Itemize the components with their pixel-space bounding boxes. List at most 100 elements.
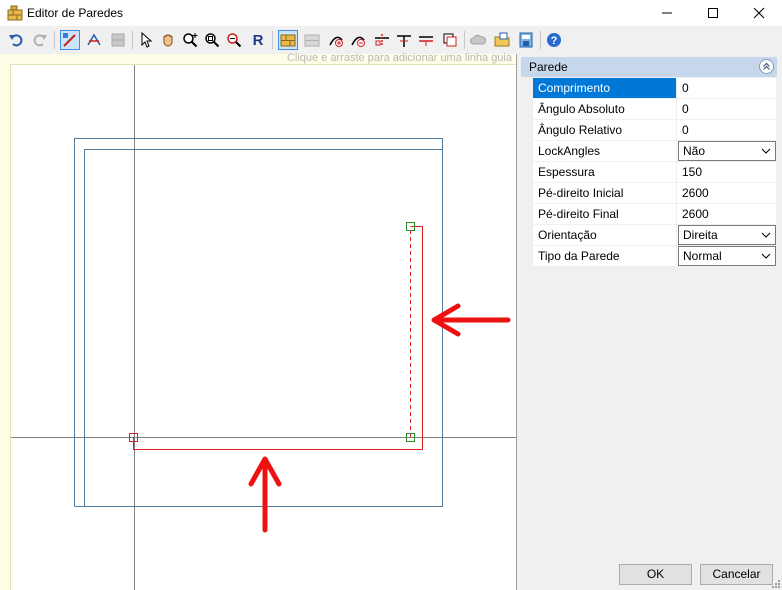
property-label[interactable]: Comprimento [533,78,677,98]
property-row-angulo-relativo[interactable]: Ângulo Relativo 0 [533,120,776,141]
ok-button[interactable]: OK [619,564,692,585]
property-value-input[interactable]: 0 [678,120,776,140]
chevron-up-icon [763,62,770,70]
draw-wall-icon [63,33,76,47]
undo-button[interactable] [6,30,26,50]
help-icon: ? [547,33,561,47]
property-value-input[interactable]: 0 [678,78,776,98]
property-value-dropdown[interactable]: Normal [678,246,776,266]
property-row-pe-direito-final[interactable]: Pé-direito Final 2600 [533,204,776,225]
property-value-input[interactable]: 2600 [678,204,776,224]
property-label[interactable]: Pé-direito Inicial [533,183,677,203]
property-value-dropdown[interactable]: Direita [678,225,776,245]
maximize-icon [708,8,718,18]
export-button[interactable] [516,30,536,50]
toolbar-separator [132,31,133,49]
snap-points-button[interactable] [302,30,322,50]
zoom-window-icon [205,33,220,48]
wall-offset-button[interactable] [416,30,436,50]
snap-points-icon [304,34,320,47]
property-value-input[interactable]: 2600 [678,183,776,203]
collapse-section-button[interactable] [759,59,774,74]
property-value-input[interactable]: 150 [678,162,776,182]
minimize-button[interactable] [644,0,690,26]
close-icon [753,7,765,19]
canvas-drawing [10,64,516,590]
resize-grip-icon[interactable] [771,579,781,589]
property-section-title: Parede [529,60,568,74]
add-node-icon [329,36,343,47]
minimize-icon [662,12,672,14]
chevron-down-icon [761,253,771,259]
property-label[interactable]: Pé-direito Final [533,204,677,224]
guide-hint-text: Clique e arraste para adicionar uma linh… [286,52,512,64]
maximize-button[interactable] [690,0,736,26]
property-label[interactable]: Ângulo Absoluto [533,99,677,119]
property-label[interactable]: Ângulo Relativo [533,120,677,140]
cancel-button[interactable]: Cancelar [700,564,773,585]
annotation-arrow-up [248,456,282,533]
export-icon [519,32,533,48]
property-value-dropdown[interactable]: Não [678,141,776,161]
redo-button[interactable] [30,30,50,50]
copy-layout-button[interactable] [440,30,460,50]
remove-node-icon [351,36,365,47]
property-label[interactable]: Orientação [533,225,677,245]
remove-node-button[interactable] [348,30,368,50]
property-value-input[interactable]: 0 [678,99,776,119]
wall-editor-icon [7,5,23,21]
zoom-window-button[interactable] [202,30,222,50]
import-icon [494,32,510,47]
snap-grid-button[interactable] [278,30,298,50]
property-row-comprimento[interactable]: Comprimento 0 [533,78,776,99]
property-row-lockangles[interactable]: LockAngles Não [533,141,776,162]
property-label[interactable]: Tipo da Parede [533,246,677,266]
toolbar-separator [540,31,541,49]
drawing-canvas[interactable] [0,54,516,590]
wall-block-icon [111,33,125,47]
help-button[interactable]: ? [544,30,564,50]
inner-wall-outline [84,149,443,507]
property-row-tipo-da-parede[interactable]: Tipo da Parede Normal [533,246,776,267]
pointer-icon [141,32,153,48]
join-wall-button[interactable] [394,30,414,50]
pan-button[interactable] [158,30,178,50]
property-row-orientacao[interactable]: Orientação Direita [533,225,776,246]
undo-icon [9,34,23,47]
selected-wall-outline [133,226,423,450]
title-bar: Editor de Paredes [0,0,782,26]
draw-wall-button[interactable] [60,30,80,50]
property-label[interactable]: LockAngles [533,141,677,161]
zoom-out-button[interactable] [224,30,244,50]
property-section-header[interactable]: Parede [521,57,777,77]
property-row-angulo-absoluto[interactable]: Ângulo Absoluto 0 [533,99,776,120]
edit-wall-button[interactable] [84,30,104,50]
annotation-arrow-left [431,303,511,337]
add-node-button[interactable] [326,30,346,50]
toolbar-separator [272,31,273,49]
redo-icon [33,34,47,47]
pointer-button[interactable] [136,30,156,50]
property-grid: Comprimento 0 Ângulo Absoluto 0 Ângulo R… [533,78,776,267]
reset-view-button[interactable]: R [248,30,268,50]
left-ruler [0,64,11,590]
zoom-in-icon [183,33,198,48]
svg-text:?: ? [551,35,558,47]
properties-panel: Parede Comprimento 0 Ângulo Absoluto 0 Â… [517,54,782,590]
wall-block-button[interactable] [108,30,128,50]
import-button[interactable] [492,30,512,50]
property-label[interactable]: Espessura [533,162,677,182]
close-button[interactable] [736,0,782,26]
cloud-button[interactable] [468,30,488,50]
edit-wall-icon [87,33,101,46]
toolbar-separator [54,31,55,49]
split-wall-button[interactable] [372,30,392,50]
cloud-icon [470,34,486,45]
copy-layout-icon [443,33,457,47]
property-row-pe-direito-inicial[interactable]: Pé-direito Inicial 2600 [533,183,776,204]
property-row-espessura[interactable]: Espessura 150 [533,162,776,183]
zoom-in-button[interactable] [180,30,200,50]
toolbar: R ? [0,26,782,55]
top-ruler: Clique e arraste para adicionar uma linh… [0,52,516,65]
wall-offset-icon [419,36,433,46]
